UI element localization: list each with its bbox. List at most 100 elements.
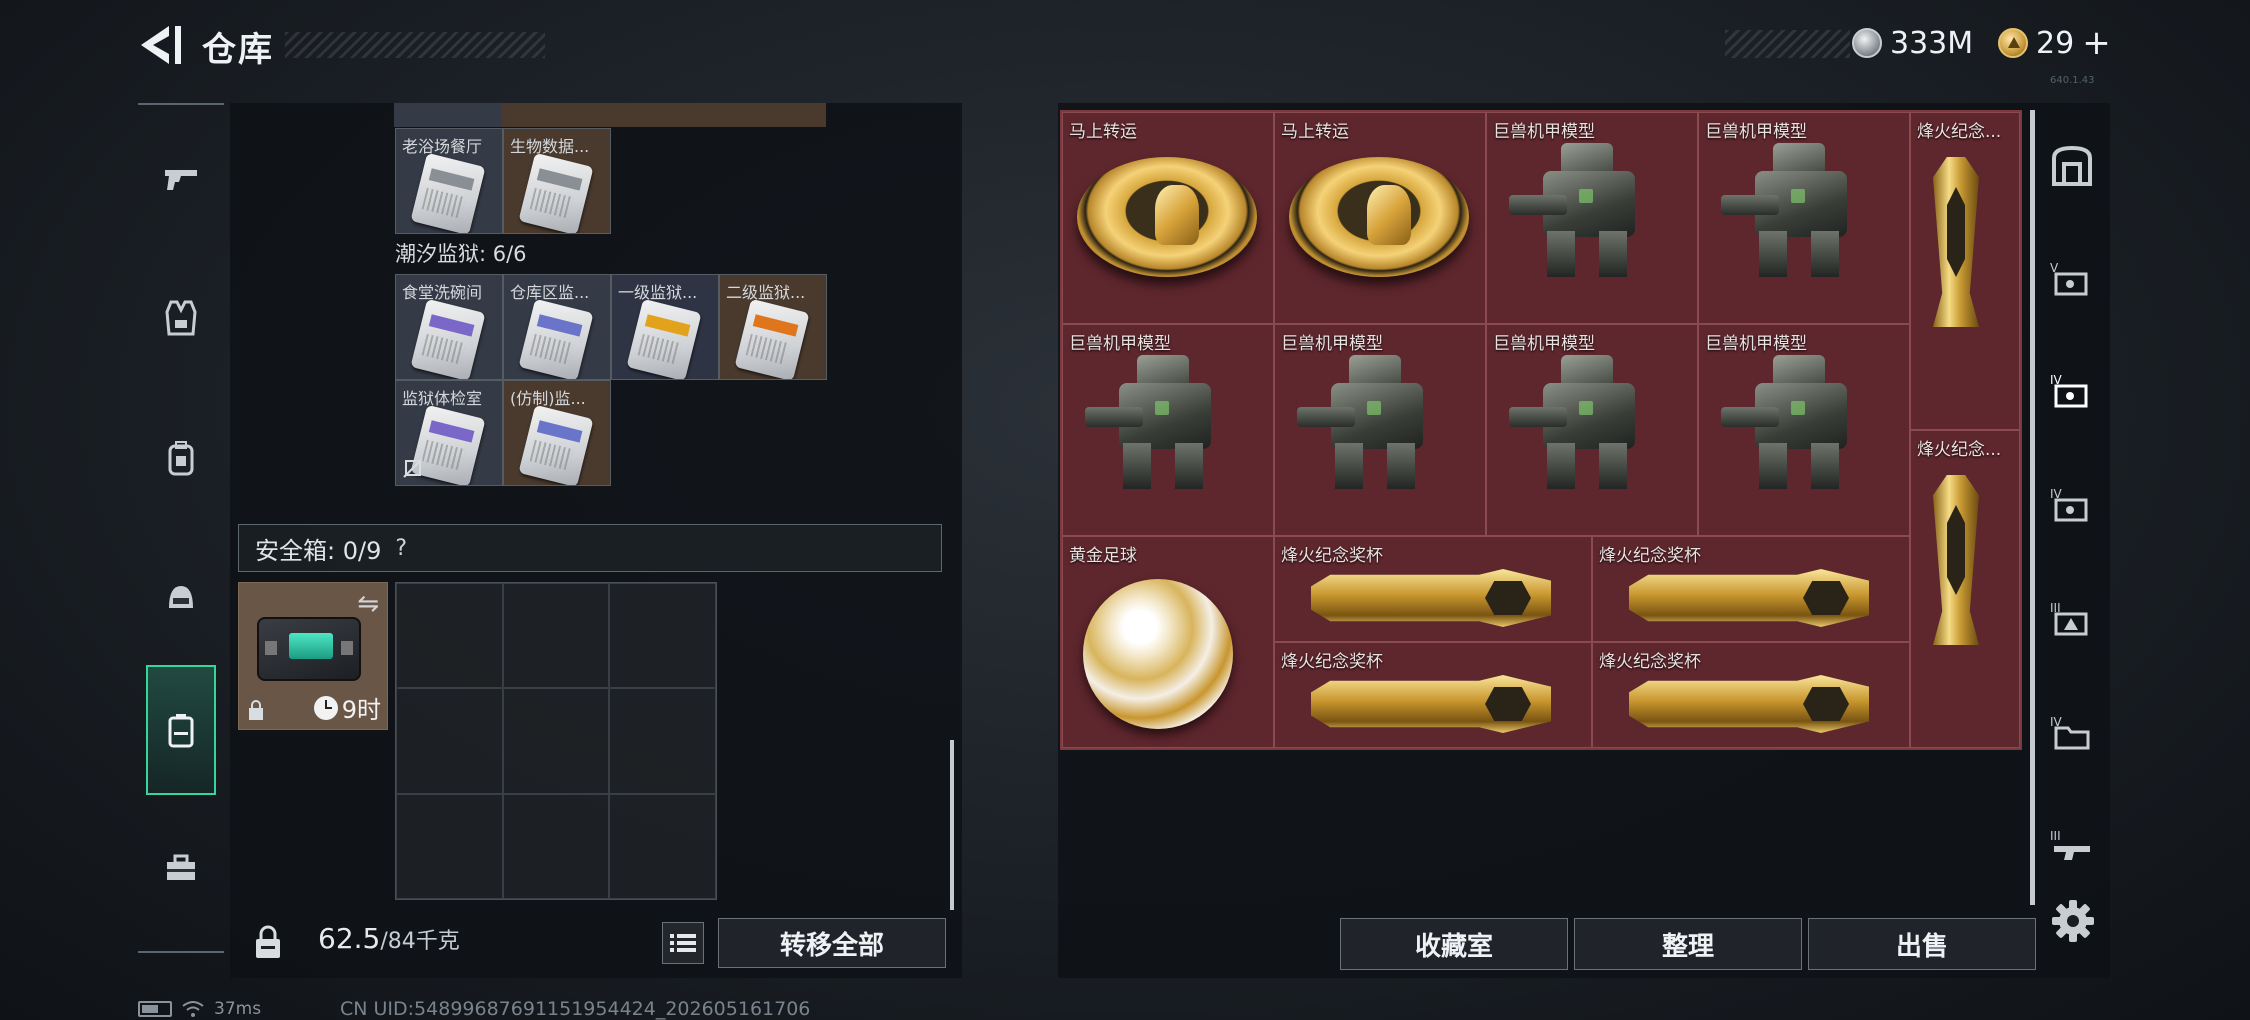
stash-iv-icon: IV bbox=[2050, 373, 2088, 408]
gear-icon bbox=[2052, 900, 2094, 942]
list-view-button[interactable] bbox=[662, 922, 704, 964]
keycard-item[interactable]: 一级监狱... bbox=[611, 274, 719, 380]
keycard-icon bbox=[518, 404, 594, 485]
stash-item-trophy[interactable]: 烽火纪念奖杯 bbox=[1592, 642, 1910, 748]
stash-item-mech[interactable]: 巨兽机甲模型 bbox=[1698, 324, 1910, 536]
case-time-label: 9时 bbox=[341, 696, 381, 724]
stash-item-plate[interactable]: 马上转运 bbox=[1274, 112, 1486, 324]
stash-iv-icon: IV bbox=[2050, 487, 2088, 522]
tab-stash-4b[interactable]: IV bbox=[2040, 474, 2104, 538]
stash-item-trophy[interactable]: 烽火纪念奖杯 bbox=[1592, 536, 1910, 642]
keycard-icon bbox=[518, 152, 594, 233]
safe-slot[interactable] bbox=[502, 793, 610, 899]
helmet-icon bbox=[169, 586, 193, 608]
safe-case-item[interactable]: ⇋ 9时 bbox=[238, 582, 388, 730]
keycard-item[interactable]: (仿制)监... bbox=[503, 380, 611, 486]
tab-stash-4c[interactable]: IV bbox=[2040, 702, 2104, 766]
keycard-item[interactable]: 仓库区监... bbox=[503, 274, 611, 380]
tab-stash-5[interactable]: V bbox=[2040, 248, 2104, 312]
item-label: 烽火纪念奖杯 bbox=[1281, 546, 1383, 566]
keycard-item[interactable]: 老浴场餐厅 bbox=[395, 128, 503, 234]
gold-currency[interactable]: 29 + bbox=[1998, 23, 2111, 63]
back-arrow-icon bbox=[141, 26, 181, 64]
gold-amount: 29 bbox=[2036, 25, 2075, 61]
stash-v-icon: V bbox=[2050, 261, 2088, 296]
stash-item-mech[interactable]: 巨兽机甲模型 bbox=[1486, 112, 1698, 324]
tab-stash-3b[interactable]: III bbox=[2040, 816, 2104, 880]
keycard-item[interactable]: 生物数据... bbox=[503, 128, 611, 234]
safe-slot[interactable] bbox=[502, 688, 610, 794]
safe-slot[interactable] bbox=[396, 583, 503, 689]
keycard-item[interactable]: 监狱体检室 bbox=[395, 380, 503, 486]
scrolled-card[interactable] bbox=[394, 103, 502, 127]
case-icon bbox=[257, 617, 361, 681]
keycard-item[interactable]: 食堂洗碗间 bbox=[395, 274, 503, 380]
stash-item-mech[interactable]: 巨兽机甲模型 bbox=[1486, 324, 1698, 536]
organize-button[interactable]: 整理 bbox=[1574, 918, 1802, 970]
list-icon bbox=[670, 934, 696, 952]
swap-icon[interactable]: ⇋ bbox=[357, 589, 379, 619]
group-title: 潮汐监狱: 6/6 bbox=[395, 242, 527, 266]
item-label: 巨兽机甲模型 bbox=[1705, 334, 1807, 354]
item-label: 黄金足球 bbox=[1069, 546, 1137, 566]
category-toolbox[interactable] bbox=[148, 835, 214, 901]
safe-slot[interactable] bbox=[609, 583, 716, 689]
tab-home[interactable] bbox=[2040, 134, 2104, 198]
keycard-icon bbox=[410, 152, 486, 233]
safe-slot[interactable] bbox=[609, 688, 716, 794]
stash-scrollbar[interactable] bbox=[2030, 110, 2035, 905]
tab-stash-4a[interactable]: IV bbox=[2040, 360, 2104, 424]
divider bbox=[138, 951, 224, 953]
stash-item-mech[interactable]: 巨兽机甲模型 bbox=[1698, 112, 1910, 324]
keycard-icon bbox=[410, 298, 486, 379]
stash-item-mech[interactable]: 巨兽机甲模型 bbox=[1062, 324, 1274, 536]
stash-item-mech[interactable]: 巨兽机甲模型 bbox=[1274, 324, 1486, 536]
stash-item-trophy[interactable]: 烽火纪念奖杯 bbox=[1274, 536, 1592, 642]
collection-room-button[interactable]: 收藏室 bbox=[1340, 918, 1568, 970]
gold-add-icon[interactable]: + bbox=[2082, 23, 2111, 63]
left-scrollbar[interactable] bbox=[950, 740, 954, 910]
category-weapons[interactable] bbox=[148, 145, 214, 211]
item-label: 烽火纪念奖杯 bbox=[1281, 652, 1383, 672]
title-decoration bbox=[285, 32, 545, 58]
scrolled-card[interactable] bbox=[610, 103, 718, 127]
weight-current: 62.5 bbox=[318, 922, 381, 955]
keycard-label: 生物数据... bbox=[510, 137, 590, 156]
keycard-label: 二级监狱... bbox=[726, 283, 806, 302]
safe-box-header: 安全箱: 0/9 ? bbox=[238, 524, 942, 572]
category-armor[interactable] bbox=[148, 285, 214, 351]
keycard-item[interactable]: 二级监狱... bbox=[719, 274, 827, 380]
category-helmet[interactable] bbox=[148, 565, 214, 631]
keycard-icon bbox=[518, 298, 594, 379]
disabled-card-icon bbox=[403, 458, 423, 478]
safe-slot[interactable] bbox=[396, 688, 503, 794]
category-container[interactable] bbox=[146, 665, 216, 795]
clock-icon bbox=[313, 695, 338, 720]
stash-item-pillar-trophy[interactable]: 烽火纪念... bbox=[1910, 430, 2020, 748]
item-label: 马上转运 bbox=[1069, 122, 1137, 142]
back-button[interactable] bbox=[135, 22, 185, 68]
stash-item-pillar-trophy[interactable]: 烽火纪念... bbox=[1910, 112, 2020, 430]
lock-button[interactable] bbox=[242, 916, 294, 968]
sell-button[interactable]: 出售 bbox=[1808, 918, 2036, 970]
transfer-all-button[interactable]: 转移全部 bbox=[718, 918, 946, 968]
vest-icon bbox=[165, 300, 197, 336]
safe-slot[interactable] bbox=[609, 793, 716, 899]
vault-icon bbox=[2052, 145, 2092, 186]
settings-button[interactable] bbox=[2050, 898, 2096, 944]
scrolled-card[interactable] bbox=[502, 103, 610, 127]
keycard-icon bbox=[626, 298, 702, 379]
stash-item-gold-ball[interactable]: 黄金足球 bbox=[1062, 536, 1274, 748]
category-backpack[interactable] bbox=[148, 425, 214, 491]
stash-item-trophy[interactable]: 烽火纪念奖杯 bbox=[1274, 642, 1592, 748]
stash-item-plate[interactable]: 马上转运 bbox=[1062, 112, 1274, 324]
scrolled-card[interactable] bbox=[718, 103, 826, 127]
top-bar: 仓库 333M 29 + 640.1.43 bbox=[0, 0, 2250, 95]
safe-slot[interactable] bbox=[502, 583, 610, 689]
tab-stash-3[interactable]: III bbox=[2040, 588, 2104, 652]
help-icon[interactable]: ? bbox=[395, 536, 407, 561]
item-label: 巨兽机甲模型 bbox=[1493, 334, 1595, 354]
safe-box-label: 安全箱: 0/9 bbox=[255, 536, 382, 565]
keycard-label: (仿制)监... bbox=[510, 389, 586, 408]
safe-slot[interactable] bbox=[396, 793, 503, 899]
